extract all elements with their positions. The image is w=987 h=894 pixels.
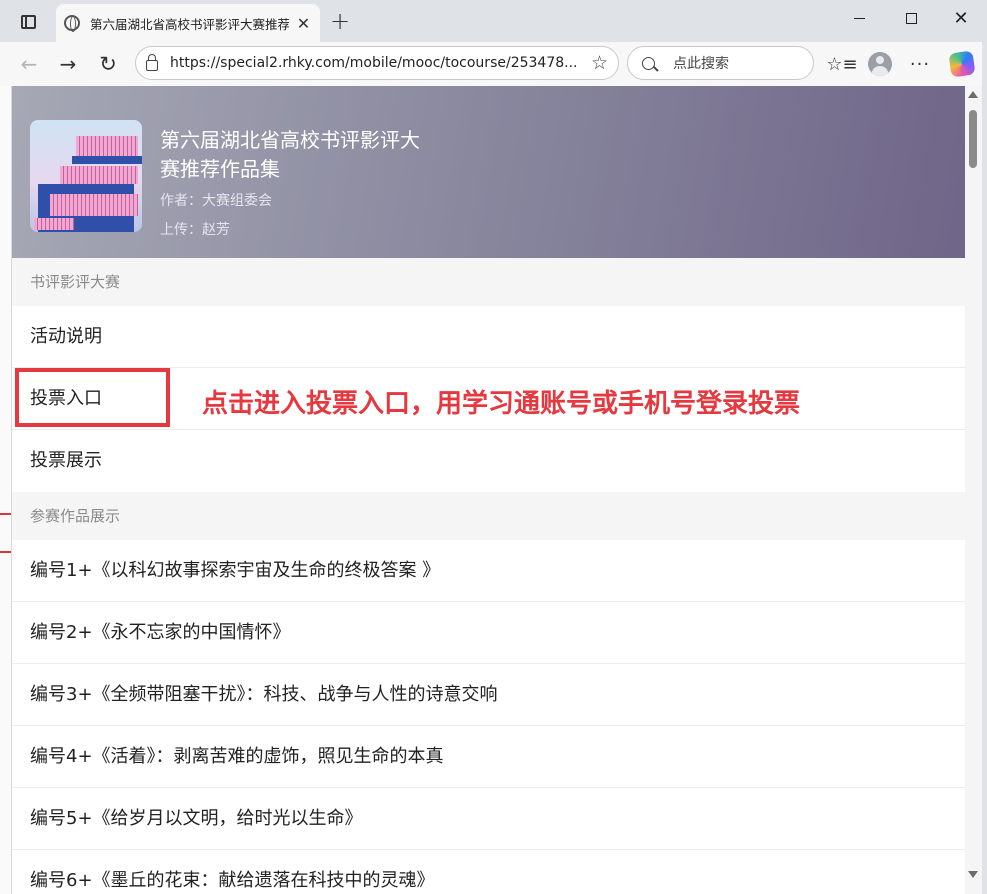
vote-instruction-callout: 点击进入投票入口，用学习通账号或手机号登录投票 xyxy=(202,389,801,419)
book-title: 第六届湖北省高校书评影评大赛推荐作品集 xyxy=(160,128,420,181)
background-page-strip xyxy=(0,86,12,894)
maximize-button[interactable] xyxy=(886,0,936,36)
more-icon[interactable]: ··· xyxy=(906,50,934,78)
search-input[interactable]: 点此搜索 xyxy=(627,46,814,80)
url-text[interactable]: https://special2.rhky.com/mobile/mooc/to… xyxy=(170,55,583,71)
browser-toolbar: ← → ↻ https://special2.rhky.com/mobile/m… xyxy=(0,42,987,86)
favorites-icon[interactable]: ☆≡ xyxy=(826,50,857,78)
book-cover-image xyxy=(30,120,142,232)
page-scrollbar[interactable] xyxy=(965,86,982,894)
list-item[interactable]: 编号2+《永不忘家的中国情怀》 xyxy=(12,602,965,664)
close-window-button[interactable]: ✕ xyxy=(936,0,986,36)
section-header: 书评影评大赛 xyxy=(12,258,965,306)
tab-title: 第六届湖北省高校书评影评大赛推荐作品集 xyxy=(90,16,289,32)
active-tab[interactable]: 第六届湖北省高校书评影评大赛推荐作品集 ✕ xyxy=(56,4,320,42)
reload-icon[interactable]: ↻ xyxy=(93,50,123,78)
search-placeholder: 点此搜索 xyxy=(673,56,729,72)
mobile-page: 第六届湖北省高校书评影评大赛推荐作品集 作者：大赛组委会 上传：赵芳 书评影评大… xyxy=(12,86,965,894)
chapter-list: 书评影评大赛 活动说明 投票入口 投票展示 参赛作品展示 编号1+《以科幻故事探… xyxy=(12,258,965,894)
list-item[interactable]: 编号4+《活着》：剥离苦难的虚饰，照见生命的本真 xyxy=(12,726,965,788)
scroll-thumb[interactable] xyxy=(969,110,977,168)
list-item[interactable]: 编号1+《以科幻故事探索宇宙及生命的终极答案 》 xyxy=(12,540,965,602)
scroll-down-icon[interactable] xyxy=(968,871,978,878)
background-divider xyxy=(0,551,11,553)
address-bar[interactable]: https://special2.rhky.com/mobile/mooc/to… xyxy=(135,46,619,80)
forward-icon[interactable]: → xyxy=(53,50,83,78)
copilot-icon[interactable] xyxy=(948,50,976,78)
section-header: 参赛作品展示 xyxy=(12,492,965,540)
favorite-star-icon[interactable]: ☆ xyxy=(591,52,608,74)
title-bar: 第六届湖北省高校书评影评大赛推荐作品集 ✕ + ✕ xyxy=(0,0,987,42)
vote-entry-highlight xyxy=(15,368,170,427)
book-author: 作者：大赛组委会 xyxy=(160,193,272,209)
list-item[interactable]: 编号3+《全频带阻塞干扰》：科技、战争与人性的诗意交响 xyxy=(12,664,965,726)
lock-icon[interactable] xyxy=(146,53,158,71)
new-tab-button[interactable]: + xyxy=(326,7,354,35)
list-item-vote-display[interactable]: 投票展示 xyxy=(12,430,965,492)
book-header: 第六届湖北省高校书评影评大赛推荐作品集 作者：大赛组委会 上传：赵芳 xyxy=(12,86,965,276)
minimize-button[interactable] xyxy=(834,0,884,36)
background-divider xyxy=(0,513,11,515)
back-icon[interactable]: ← xyxy=(14,50,44,78)
globe-icon xyxy=(64,15,80,32)
book-uploader: 上传：赵芳 xyxy=(160,222,230,238)
search-icon xyxy=(642,56,655,70)
profile-icon[interactable] xyxy=(866,50,894,78)
window-edge xyxy=(982,42,987,894)
list-item[interactable]: 编号5+《给岁月以文明，给时光以生命》 xyxy=(12,788,965,850)
tab-actions-icon[interactable] xyxy=(10,9,46,35)
close-tab-icon[interactable]: ✕ xyxy=(295,14,312,33)
scroll-up-icon[interactable] xyxy=(968,91,978,98)
list-item[interactable]: 编号6+《墨丘的花束：献给遗落在科技中的灵魂》 xyxy=(12,850,965,894)
list-item-activity-info[interactable]: 活动说明 xyxy=(12,306,965,368)
